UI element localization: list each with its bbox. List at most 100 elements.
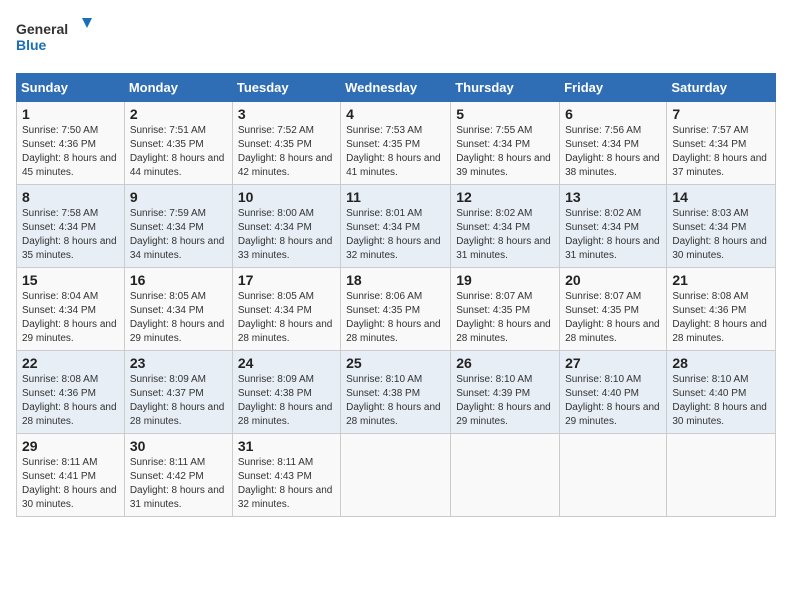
day-number: 16	[130, 272, 227, 288]
calendar-cell: 28Sunrise: 8:10 AMSunset: 4:40 PMDayligh…	[667, 351, 776, 434]
day-info: Sunrise: 8:02 AMSunset: 4:34 PMDaylight:…	[456, 207, 554, 263]
weekday-header-sunday: Sunday	[17, 74, 125, 102]
day-number: 2	[130, 106, 227, 122]
day-info: Sunrise: 8:04 AMSunset: 4:34 PMDaylight:…	[22, 290, 119, 346]
calendar-cell: 15 Sunrise: 8:04 AMSunset: 4:34 PMDayligh…	[17, 268, 125, 351]
day-number: 12	[456, 189, 554, 205]
weekday-header-tuesday: Tuesday	[232, 74, 340, 102]
calendar-week-row: 29Sunrise: 8:11 AMSunset: 4:41 PMDayligh…	[17, 434, 776, 517]
day-number: 13	[565, 189, 661, 205]
calendar-cell: 16 Sunrise: 8:05 AMSunset: 4:34 PMDayligh…	[124, 268, 232, 351]
day-number: 23	[130, 355, 227, 371]
day-number: 5	[456, 106, 554, 122]
calendar-cell: 11 Sunrise: 8:01 AMSunset: 4:34 PMDayligh…	[341, 185, 451, 268]
calendar-cell: 19 Sunrise: 8:07 AMSunset: 4:35 PMDayligh…	[451, 268, 560, 351]
day-number: 26	[456, 355, 554, 371]
day-info: Sunrise: 8:11 AMSunset: 4:42 PMDaylight:…	[130, 456, 227, 512]
logo-svg: General Blue	[16, 16, 96, 61]
day-info: Sunrise: 8:02 AMSunset: 4:34 PMDaylight:…	[565, 207, 661, 263]
day-info: Sunrise: 8:07 AMSunset: 4:35 PMDaylight:…	[456, 290, 554, 346]
day-number: 27	[565, 355, 661, 371]
day-number: 15	[22, 272, 119, 288]
calendar-cell: 31 Sunrise: 8:11 AMSunset: 4:43 PMDayligh…	[232, 434, 340, 517]
calendar-cell	[560, 434, 667, 517]
day-number: 25	[346, 355, 445, 371]
day-info: Sunrise: 7:57 AMSunset: 4:34 PMDaylight:…	[672, 124, 770, 180]
day-info: Sunrise: 7:55 AMSunset: 4:34 PMDaylight:…	[456, 124, 554, 180]
weekday-header-friday: Friday	[560, 74, 667, 102]
day-number: 14	[672, 189, 770, 205]
calendar-cell: 18 Sunrise: 8:06 AMSunset: 4:35 PMDayligh…	[341, 268, 451, 351]
day-info: Sunrise: 8:01 AMSunset: 4:34 PMDaylight:…	[346, 207, 445, 263]
day-info: Sunrise: 8:09 AMSunset: 4:38 PMDaylight:…	[238, 373, 335, 429]
day-number: 30	[130, 438, 227, 454]
day-number: 1	[22, 106, 119, 122]
calendar-cell	[451, 434, 560, 517]
day-number: 6	[565, 106, 661, 122]
day-info: Sunrise: 7:58 AMSunset: 4:34 PMDaylight:…	[22, 207, 119, 263]
day-number: 10	[238, 189, 335, 205]
day-number: 11	[346, 189, 445, 205]
weekday-header-wednesday: Wednesday	[341, 74, 451, 102]
day-number: 18	[346, 272, 445, 288]
day-info: Sunrise: 8:07 AMSunset: 4:35 PMDaylight:…	[565, 290, 661, 346]
calendar-cell: 26 Sunrise: 8:10 AMSunset: 4:39 PMDayligh…	[451, 351, 560, 434]
calendar-week-row: 8 Sunrise: 7:58 AMSunset: 4:34 PMDaylight…	[17, 185, 776, 268]
calendar-cell: 25Sunrise: 8:10 AMSunset: 4:38 PMDayligh…	[341, 351, 451, 434]
day-number: 31	[238, 438, 335, 454]
calendar-cell: 23 Sunrise: 8:09 AMSunset: 4:37 PMDayligh…	[124, 351, 232, 434]
calendar-cell	[341, 434, 451, 517]
day-info: Sunrise: 7:52 AMSunset: 4:35 PMDaylight:…	[238, 124, 335, 180]
day-info: Sunrise: 8:11 AMSunset: 4:43 PMDaylight:…	[238, 456, 335, 512]
calendar-cell: 22Sunrise: 8:08 AMSunset: 4:36 PMDayligh…	[17, 351, 125, 434]
day-number: 20	[565, 272, 661, 288]
calendar-cell: 24 Sunrise: 8:09 AMSunset: 4:38 PMDayligh…	[232, 351, 340, 434]
day-info: Sunrise: 8:10 AMSunset: 4:40 PMDaylight:…	[672, 373, 770, 429]
calendar-cell: 13 Sunrise: 8:02 AMSunset: 4:34 PMDayligh…	[560, 185, 667, 268]
calendar-cell: 2 Sunrise: 7:51 AMSunset: 4:35 PMDaylight…	[124, 102, 232, 185]
day-info: Sunrise: 8:10 AMSunset: 4:39 PMDaylight:…	[456, 373, 554, 429]
calendar-cell: 9 Sunrise: 7:59 AMSunset: 4:34 PMDaylight…	[124, 185, 232, 268]
day-info: Sunrise: 8:05 AMSunset: 4:34 PMDaylight:…	[130, 290, 227, 346]
calendar-cell: 7 Sunrise: 7:57 AMSunset: 4:34 PMDaylight…	[667, 102, 776, 185]
calendar-week-row: 1 Sunrise: 7:50 AMSunset: 4:36 PMDaylight…	[17, 102, 776, 185]
calendar-cell: 10 Sunrise: 8:00 AMSunset: 4:34 PMDayligh…	[232, 185, 340, 268]
calendar-cell: 17Sunrise: 8:05 AMSunset: 4:34 PMDayligh…	[232, 268, 340, 351]
calendar-cell: 20 Sunrise: 8:07 AMSunset: 4:35 PMDayligh…	[560, 268, 667, 351]
calendar-cell: 4Sunrise: 7:53 AMSunset: 4:35 PMDaylight…	[341, 102, 451, 185]
day-number: 4	[346, 106, 445, 122]
day-number: 7	[672, 106, 770, 122]
calendar-cell: 29Sunrise: 8:11 AMSunset: 4:41 PMDayligh…	[17, 434, 125, 517]
day-info: Sunrise: 7:56 AMSunset: 4:34 PMDaylight:…	[565, 124, 661, 180]
weekday-header-thursday: Thursday	[451, 74, 560, 102]
day-number: 22	[22, 355, 119, 371]
day-info: Sunrise: 8:11 AMSunset: 4:41 PMDaylight:…	[22, 456, 119, 512]
day-info: Sunrise: 7:50 AMSunset: 4:36 PMDaylight:…	[22, 124, 119, 180]
day-info: Sunrise: 8:06 AMSunset: 4:35 PMDaylight:…	[346, 290, 445, 346]
day-number: 8	[22, 189, 119, 205]
calendar-cell: 3 Sunrise: 7:52 AMSunset: 4:35 PMDaylight…	[232, 102, 340, 185]
weekday-header-row: SundayMondayTuesdayWednesdayThursdayFrid…	[17, 74, 776, 102]
day-number: 9	[130, 189, 227, 205]
calendar-week-row: 22Sunrise: 8:08 AMSunset: 4:36 PMDayligh…	[17, 351, 776, 434]
calendar-cell: 6 Sunrise: 7:56 AMSunset: 4:34 PMDaylight…	[560, 102, 667, 185]
weekday-header-monday: Monday	[124, 74, 232, 102]
calendar-cell: 30 Sunrise: 8:11 AMSunset: 4:42 PMDayligh…	[124, 434, 232, 517]
svg-text:Blue: Blue	[16, 37, 47, 53]
calendar-cell	[667, 434, 776, 517]
day-info: Sunrise: 7:51 AMSunset: 4:35 PMDaylight:…	[130, 124, 227, 180]
calendar-cell: 12 Sunrise: 8:02 AMSunset: 4:34 PMDayligh…	[451, 185, 560, 268]
calendar-table: SundayMondayTuesdayWednesdayThursdayFrid…	[16, 73, 776, 517]
day-number: 17	[238, 272, 335, 288]
day-info: Sunrise: 7:59 AMSunset: 4:34 PMDaylight:…	[130, 207, 227, 263]
day-info: Sunrise: 8:00 AMSunset: 4:34 PMDaylight:…	[238, 207, 335, 263]
day-info: Sunrise: 8:10 AMSunset: 4:40 PMDaylight:…	[565, 373, 661, 429]
day-number: 19	[456, 272, 554, 288]
day-info: Sunrise: 8:09 AMSunset: 4:37 PMDaylight:…	[130, 373, 227, 429]
day-info: Sunrise: 8:08 AMSunset: 4:36 PMDaylight:…	[672, 290, 770, 346]
day-number: 24	[238, 355, 335, 371]
day-number: 3	[238, 106, 335, 122]
calendar-cell: 1 Sunrise: 7:50 AMSunset: 4:36 PMDaylight…	[17, 102, 125, 185]
day-number: 21	[672, 272, 770, 288]
calendar-cell: 27 Sunrise: 8:10 AMSunset: 4:40 PMDayligh…	[560, 351, 667, 434]
